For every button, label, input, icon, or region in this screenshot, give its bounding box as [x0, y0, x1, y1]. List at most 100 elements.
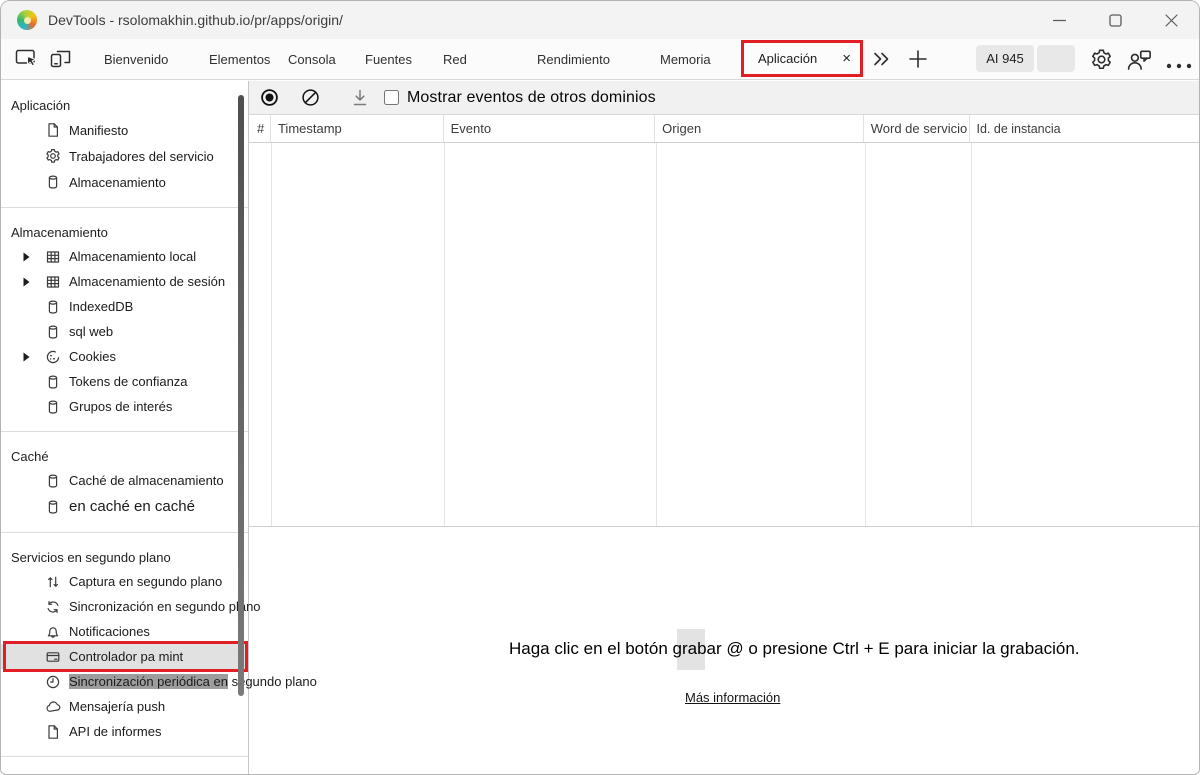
- devtools-window: DevTools - rsolomakhin.github.io/pr/apps…: [0, 0, 1200, 775]
- column-header-word-de-servicio: Word de servicio: [864, 115, 970, 142]
- section-header-servicios-en-segundo-plano: Servicios en segundo plano: [11, 550, 171, 565]
- maximize-icon[interactable]: [1087, 1, 1143, 39]
- column-divider: [444, 143, 445, 526]
- sidebar-item-notificaciones[interactable]: Notificaciones: [1, 619, 248, 644]
- events-table-header: # Timestamp Evento Origen Word de servicio Id…: [249, 115, 1199, 143]
- tab-aplicacion-active[interactable]: Aplicación ×: [741, 40, 863, 77]
- sidebar-item-label: Almacenamiento local: [69, 249, 197, 264]
- show-other-domains-checkbox[interactable]: [384, 90, 399, 105]
- tab-bienvenido[interactable]: Bienvenido: [104, 39, 168, 79]
- sidebar-item-manifiesto[interactable]: Manifiesto: [1, 117, 248, 143]
- gear-icon[interactable]: [1090, 48, 1113, 76]
- sidebar-item-tokens-de-confianza[interactable]: Tokens de confianza: [1, 369, 248, 394]
- sidebar-item-almacenamiento-local[interactable]: Almacenamiento local: [1, 244, 248, 269]
- gear-icon: [45, 148, 61, 164]
- tab-elementos[interactable]: Elementos: [209, 39, 270, 79]
- sidebar-item-almacenamiento-de-sesion[interactable]: Almacenamiento de sesión: [1, 269, 248, 294]
- sidebar-item-mensajeria-push[interactable]: Mensajería push: [1, 694, 248, 719]
- clear-icon[interactable]: [300, 87, 321, 108]
- section-header-aplicacion: Aplicación: [11, 98, 71, 113]
- sidebar-item-label: Notificaciones: [69, 624, 150, 639]
- tab-memoria[interactable]: Memoria: [660, 39, 711, 79]
- sidebar-item-cookies[interactable]: Cookies: [1, 344, 248, 369]
- database-icon: [45, 174, 61, 190]
- sidebar-scrollbar-thumb[interactable]: [238, 95, 244, 696]
- devtools-tab-bar: Bienvenido Elementos Consola Fuentes Red Rend…: [1, 39, 1199, 80]
- feedback-icon[interactable]: [1127, 50, 1152, 75]
- column-divider: [656, 143, 657, 526]
- section-header-almacenamiento: Almacenamiento: [11, 225, 108, 240]
- sidebar-item-label: API de informes: [69, 724, 162, 739]
- database-icon: [45, 324, 61, 340]
- minimize-icon[interactable]: [1031, 1, 1087, 39]
- sidebar-item-api-de-informes[interactable]: API de informes: [1, 719, 248, 744]
- more-dots-icon[interactable]: [1166, 56, 1192, 74]
- device-toolbar-icon[interactable]: [49, 48, 72, 74]
- grid-icon: [45, 249, 61, 265]
- database-icon: [45, 499, 61, 515]
- active-tab-label: Aplicación: [758, 51, 818, 66]
- background-services-panel: Mostrar eventos de otros dominios # Times…: [249, 81, 1199, 774]
- sidebar-item-label: Sincronización periódica en segundo plan…: [69, 674, 317, 689]
- show-other-domains-label[interactable]: Mostrar eventos de otros dominios: [407, 89, 656, 107]
- sidebar-item-label: Controlador pa mint: [69, 649, 184, 664]
- sidebar-item-sql-web[interactable]: sql web: [1, 319, 248, 344]
- selected-text: Sincronización periódica en: [69, 674, 228, 689]
- sidebar-item-indexeddb[interactable]: IndexedDB: [1, 294, 248, 319]
- tab-fuentes[interactable]: Fuentes: [365, 39, 412, 79]
- cloud-icon: [45, 699, 61, 715]
- sidebar-item-label: Captura en segundo plano: [69, 574, 223, 589]
- column-divider: [971, 143, 972, 526]
- sidebar-item-sincronizacion-en-segundo-plano[interactable]: Sincronización en segundo plano: [1, 594, 261, 619]
- sidebar-item-grupos-de-interes[interactable]: Grupos de interés: [1, 394, 248, 419]
- sidebar-item-label: sql web: [69, 324, 114, 339]
- ai-badge-extension[interactable]: [1037, 45, 1075, 72]
- sidebar-item-label: Manifiesto: [69, 122, 129, 138]
- sidebar-item-almacenamiento[interactable]: Almacenamiento: [1, 169, 248, 195]
- learn-more-link[interactable]: Más información: [685, 690, 780, 705]
- expander-icon[interactable]: [22, 276, 31, 287]
- chevron-double-icon[interactable]: [871, 50, 891, 73]
- document-icon: [45, 724, 61, 740]
- sidebar-item-label: IndexedDB: [69, 299, 134, 314]
- expander-icon[interactable]: [22, 351, 31, 362]
- sidebar-item-trabajadores-del-servicio[interactable]: Trabajadores del servicio: [1, 143, 248, 169]
- expander-icon[interactable]: [22, 251, 31, 262]
- devtools-app-icon: [17, 10, 37, 30]
- record-icon[interactable]: [259, 87, 280, 108]
- close-icon[interactable]: [1143, 1, 1199, 39]
- sidebar-item-captura-en-segundo-plano[interactable]: Captura en segundo plano: [1, 569, 248, 594]
- sidebar-item-label: Tokens de confianza: [69, 374, 188, 389]
- download-icon[interactable]: [351, 88, 369, 107]
- sidebar-item-en-cache-en-cache[interactable]: en caché en caché: [1, 493, 248, 520]
- sidebar-item-cache-de-almacenamiento[interactable]: Caché de almacenamiento: [1, 468, 248, 493]
- clock-icon: [45, 674, 61, 690]
- column-header-timestamp: Timestamp: [271, 115, 444, 142]
- sync-icon: [45, 599, 61, 615]
- ai-badge-label[interactable]: AI 945: [976, 45, 1034, 72]
- sidebar-section-aplicacion: Aplicación Manifiesto Trabajadores del ser…: [1, 81, 248, 207]
- application-sidebar: Aplicación Manifiesto Trabajadores del ser…: [1, 81, 317, 774]
- tab-rendimiento[interactable]: Rendimiento: [537, 39, 610, 79]
- sidebar-section-cache: Caché Caché de almacenamiento en caché en …: [1, 431, 248, 532]
- sidebar-item-controlador-pa-mint[interactable]: Controlador pa mint: [1, 641, 248, 672]
- sidebar-item-label: Caché de almacenamiento: [69, 473, 224, 488]
- sidebar-item-sincronizacion-periodica-en-segundo-plano[interactable]: Sincronización periódica en segundo plan…: [1, 669, 317, 694]
- sidebar-item-label: en caché en caché: [69, 498, 195, 515]
- title-bar: DevTools - rsolomakhin.github.io/pr/apps…: [1, 1, 1199, 39]
- events-toolbar: Mostrar eventos de otros dominios: [249, 81, 1199, 115]
- tab-close-icon[interactable]: ×: [842, 51, 851, 66]
- tab-red[interactable]: Red: [443, 39, 467, 79]
- column-header-origen: Origen: [655, 115, 864, 142]
- window-title: DevTools - rsolomakhin.github.io/pr/apps…: [48, 12, 343, 28]
- sidebar-item-label: Sincronización en segundo plano: [69, 599, 261, 614]
- sidebar-section-servicios-en-segundo-plano: Servicios en segundo plano Captura en seg…: [1, 532, 317, 757]
- sidebar-item-label: Grupos de interés: [69, 399, 173, 414]
- plus-icon[interactable]: [907, 48, 929, 75]
- card-icon: [45, 649, 61, 665]
- bell-icon: [45, 624, 61, 640]
- ai-badge[interactable]: AI 945: [976, 45, 1075, 72]
- tab-consola[interactable]: Consola: [288, 39, 336, 79]
- sidebar-item-label: Almacenamiento: [69, 174, 166, 190]
- inspect-icon[interactable]: [15, 48, 40, 74]
